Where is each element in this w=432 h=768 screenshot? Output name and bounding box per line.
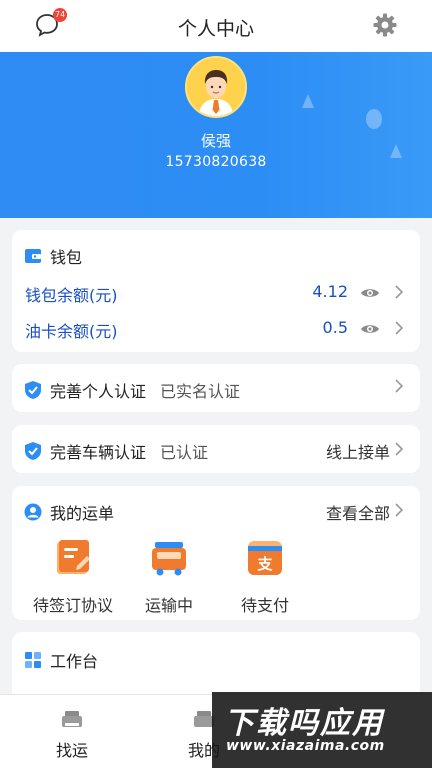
personal-auth-title: 完善个人认证 <box>50 382 147 401</box>
chevron-right-icon[interactable] <box>394 378 404 394</box>
view-all-link[interactable]: 查看全部 <box>326 500 390 524</box>
workbench-header: 工作台 <box>24 648 98 672</box>
gear-icon[interactable] <box>372 12 398 38</box>
order-label: 运输中 <box>144 596 193 615</box>
wallet-title: 钱包 <box>50 248 83 267</box>
fuel-card-balance-value: 0.5 <box>322 318 348 337</box>
shield-check-icon <box>25 442 41 460</box>
tab-find-cargo[interactable]: 找运 <box>50 709 94 761</box>
tab-label: 找运 <box>55 741 88 760</box>
orders-header: 我的运单 <box>24 500 114 524</box>
wallet-balance-value: 4.12 <box>312 282 348 301</box>
eye-icon[interactable] <box>360 286 380 300</box>
user-name: 侯强 <box>200 132 231 150</box>
top-bar: 74 个人中心 <box>0 0 432 52</box>
wallet-card: 钱包 钱包余额(元) 4.12 油卡余额(元) 0.5 <box>12 230 420 352</box>
order-pending-contract[interactable]: 待签订协议 <box>30 538 116 616</box>
vehicle-auth-row: 完善车辆认证 已认证 <box>24 439 208 463</box>
truck-icon <box>152 542 186 576</box>
shield-check-icon <box>25 381 41 399</box>
truck-tab-icon <box>62 711 82 727</box>
user-circle-icon <box>24 503 42 521</box>
sailboat-decoration-icon <box>302 94 314 108</box>
wallet-icon <box>25 249 41 263</box>
personal-auth-card[interactable]: 完善个人认证 已实名认证 <box>12 364 420 412</box>
watermark-main: 下载吗应用 <box>224 706 384 741</box>
chevron-right-icon[interactable] <box>394 320 404 336</box>
watermark-url: www.xiazaima.com <box>226 738 385 754</box>
orders-title: 我的运单 <box>50 504 115 523</box>
online-order-link[interactable]: 线上接单 <box>326 439 390 463</box>
personal-auth-row: 完善个人认证 已实名认证 <box>24 378 240 402</box>
workbench-title: 工作台 <box>50 652 99 671</box>
vehicle-auth-status: 已认证 <box>160 443 209 462</box>
eye-icon[interactable] <box>360 322 380 336</box>
wallet-header: 钱包 <box>24 244 82 268</box>
wallet-balance-label[interactable]: 钱包余额(元) <box>25 282 118 306</box>
page-title: 个人中心 <box>177 18 254 40</box>
lantern-decoration-icon <box>366 109 382 129</box>
fuel-card-balance-label[interactable]: 油卡余额(元) <box>25 318 118 342</box>
sailboat-decoration-icon-2 <box>390 144 402 158</box>
user-phone: 15730820638 <box>165 154 267 170</box>
user-avatar-icon[interactable] <box>185 56 247 118</box>
vehicle-auth-title: 完善车辆认证 <box>50 443 147 462</box>
profile-banner: 侯强 15730820638 <box>0 52 432 218</box>
grid-icon <box>25 652 41 668</box>
order-label: 待签订协议 <box>32 596 113 615</box>
chevron-right-icon[interactable] <box>394 284 404 300</box>
contract-icon <box>57 540 90 574</box>
vehicle-auth-card[interactable]: 完善车辆认证 已认证 线上接单 <box>12 425 420 473</box>
order-pending-payment[interactable]: 支 待支付 <box>230 538 300 616</box>
order-label: 待支付 <box>240 596 289 615</box>
payment-icon: 支 <box>248 541 282 575</box>
personal-auth-status: 已实名认证 <box>160 382 241 401</box>
order-in-transit[interactable]: 运输中 <box>134 538 204 616</box>
site-watermark: 下载吗应用 www.xiazaima.com <box>212 692 432 768</box>
my-orders-card: 我的运单 查看全部 待签订协议 运输中 支 待支付 <box>12 486 420 620</box>
chevron-right-icon[interactable] <box>394 502 404 518</box>
svg-text:支: 支 <box>256 555 273 573</box>
chevron-right-icon[interactable] <box>394 441 404 457</box>
